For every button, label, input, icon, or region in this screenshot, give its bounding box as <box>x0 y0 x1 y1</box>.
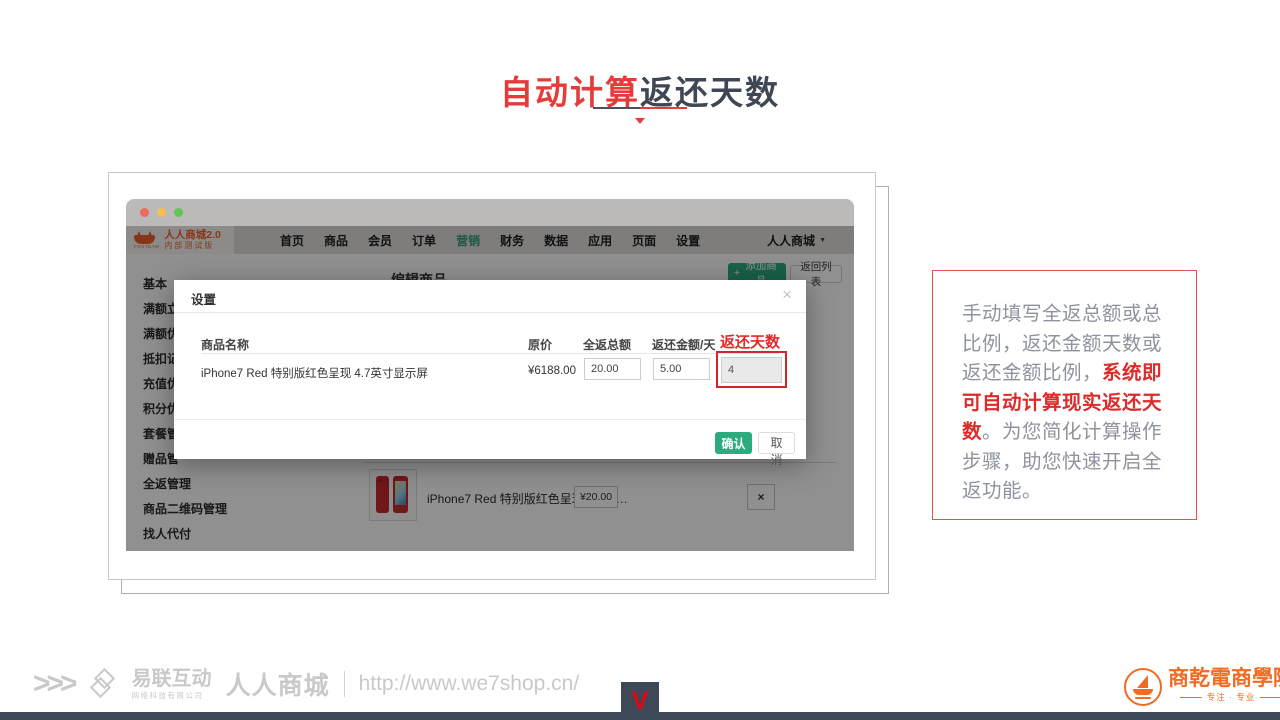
academy-logo: 商乾電商學院 专注 · 专业 <box>1124 668 1280 706</box>
total-return-input[interactable] <box>584 358 641 380</box>
slogan-dash-left <box>1180 697 1202 698</box>
window-titlebar <box>126 199 854 226</box>
minimize-window-button[interactable] <box>157 208 166 217</box>
col-header-amount-per-day: 返还金额/天 <box>652 336 715 353</box>
v-letter: V <box>632 689 649 714</box>
footer-brand-strip: >>> 易联互动 网络科技有限公司 人人商城 http://www.we7sho… <box>33 664 579 704</box>
cancel-button[interactable]: 取消 <box>758 432 795 454</box>
col-header-price: 原价 <box>528 336 552 353</box>
note-text-after: 。为您简化计算操作步骤，助您快速开启全返功能。 <box>962 421 1162 502</box>
row-product-name: iPhone7 Red 特别版红色呈现 4.7英寸显示屏 <box>201 365 428 381</box>
screenshot-card: FOXTEAM 人人商城2.0 内部测试版 首页 商品 会员 订单 营销 财务 … <box>108 172 876 580</box>
modal-title: 设置 <box>191 289 216 308</box>
amount-per-day-input[interactable] <box>653 358 710 380</box>
note-text: 手动填写全返总额或总比例，返还金额天数或返还金额比例，系统即可自动计算现实返还天… <box>962 300 1164 507</box>
table-bottom-divider <box>174 419 806 420</box>
slide-title-red: 自动计算 <box>500 74 640 111</box>
close-window-button[interactable] <box>140 208 149 217</box>
title-caret-icon <box>635 118 645 124</box>
slogan-dash-right <box>1260 697 1280 698</box>
row-original-price: ¥6188.00 <box>528 365 576 377</box>
academy-name: 商乾電商學院 <box>1168 668 1280 689</box>
table-header-divider <box>201 353 779 354</box>
slide-title-dark: 返还天数 <box>640 74 780 111</box>
footer-divider <box>344 671 345 697</box>
academy-slogan: 专注 · 专业 <box>1207 693 1256 702</box>
note-panel: 手动填写全返总额或总比例，返还金额天数或返还金额比例，系统即可自动计算现实返还天… <box>932 270 1197 520</box>
yilian-logo-icon <box>92 671 118 697</box>
boat-icon <box>1124 668 1162 706</box>
col-header-return-days-highlighted: 返还天数 <box>720 331 780 352</box>
title-underline <box>593 107 687 109</box>
col-header-total-return: 全返总额 <box>583 336 631 353</box>
maximize-window-button[interactable] <box>174 208 183 217</box>
renren-shop-logo-text: 人人商城 <box>226 666 330 702</box>
chevrons-icon: >>> <box>33 669 78 699</box>
confirm-button[interactable]: 确认 <box>715 432 752 454</box>
return-days-input-readonly[interactable] <box>721 357 782 383</box>
website-url: http://www.we7shop.cn/ <box>359 672 580 696</box>
modal-header: 设置 × <box>174 280 806 313</box>
v-badge: V <box>621 682 659 720</box>
settings-modal: 设置 × 商品名称 原价 全返总额 返还金额/天 返还天数 iPhone7 Re… <box>174 280 806 459</box>
partner-logo-text: 易联互动 <box>132 669 212 689</box>
col-header-product-name: 商品名称 <box>201 336 249 353</box>
close-icon[interactable]: × <box>782 286 792 303</box>
partner-logo-subtext: 网络科技有限公司 <box>132 692 212 700</box>
